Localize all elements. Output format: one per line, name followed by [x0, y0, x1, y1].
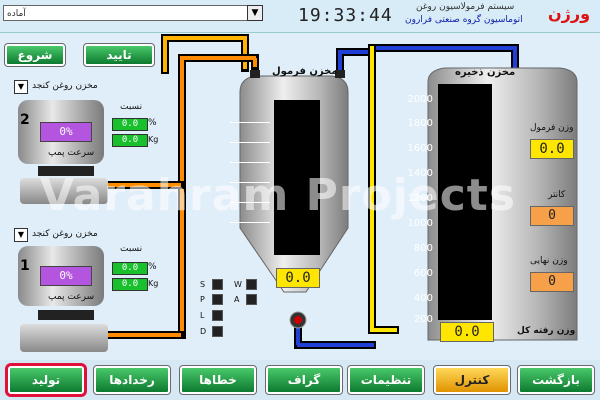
- nav-settings-button[interactable]: تنظیمات: [347, 365, 425, 395]
- mixer2-pump-icon: [20, 178, 108, 204]
- storage-scale-600: 600: [413, 268, 433, 279]
- nav-back-button[interactable]: بازگشت: [517, 365, 595, 395]
- indicator-label-d: D: [200, 327, 207, 336]
- counter-value: 0: [530, 206, 574, 226]
- mixer2-pump-controls[interactable]: [38, 166, 94, 176]
- mixer1-weight-value: 0.0: [112, 278, 148, 291]
- storage-scale-800: 800: [413, 243, 433, 254]
- mixer2-pump-label: سرعت پمپ: [48, 148, 95, 158]
- indicator-w-led: [246, 279, 257, 290]
- mixer2-weight-value: 0.0: [112, 134, 148, 147]
- mixer1-ratio-label: نسبت: [120, 244, 143, 254]
- mixer2-ratio-label: نسبت: [120, 102, 143, 112]
- confirm-button[interactable]: تایید: [83, 43, 155, 67]
- storage-scale-1200: 1200: [407, 193, 433, 204]
- indicator-label-s: S: [200, 280, 206, 289]
- storage-scale-200: 200: [413, 314, 433, 325]
- indicator-label-w: W: [234, 280, 242, 289]
- mixer1-ratio-value[interactable]: 0.0: [112, 262, 148, 275]
- indicator-label-p: P: [200, 295, 205, 304]
- mixer2-select-label[interactable]: مخزن روغن کنجد: [32, 81, 98, 91]
- nav-graph-button[interactable]: گراف: [265, 365, 343, 395]
- formula-weight-label: وزن فرمول: [530, 123, 574, 133]
- mixer2-percent-display: 0%: [40, 122, 92, 142]
- total-weight-label: وزن رفته کل: [517, 326, 576, 336]
- final-weight-label: وزن نهایی: [530, 256, 568, 266]
- storage-scale-1600: 1600: [407, 143, 433, 154]
- counter-label: کانتر: [548, 190, 566, 200]
- formula-tank-value: 0.0: [276, 268, 320, 288]
- formula-tank-label: مخزن فرمول: [272, 66, 338, 77]
- indicator-label-l: L: [200, 311, 205, 320]
- mixer1-select-label[interactable]: مخزن روغن کنجد: [32, 229, 98, 239]
- indicator-a-led: [246, 294, 257, 305]
- nav-errors-button[interactable]: خطاها: [179, 365, 257, 395]
- indicator-d-led: [212, 326, 223, 337]
- mixer2-ratio-value[interactable]: 0.0: [112, 118, 148, 131]
- storage-tank-label: مخزن ذخیره: [455, 67, 516, 78]
- storage-scale-1000: 1000: [407, 218, 433, 229]
- final-weight-value: 0: [530, 272, 574, 292]
- formula-weight-value: 0.0: [530, 139, 574, 159]
- mixer1-ratio-unit: %: [148, 262, 157, 272]
- mixer1-select-chevron-icon[interactable]: ▼: [14, 228, 28, 242]
- mixer2-ratio-unit: %: [148, 118, 157, 128]
- nav-control-button[interactable]: کنترل: [433, 365, 511, 395]
- formula-tank-level: [274, 100, 320, 255]
- mixer2-select-chevron-icon[interactable]: ▼: [14, 80, 28, 94]
- storage-tank-level: [438, 84, 492, 320]
- mixer1-pump-controls[interactable]: [38, 310, 94, 320]
- start-button[interactable]: شروع: [4, 43, 66, 67]
- indicator-s-led: [212, 279, 223, 290]
- indicator-l-led: [212, 310, 223, 321]
- indicator-p-led: [212, 294, 223, 305]
- mixer2-number: 2: [20, 112, 30, 128]
- mixer1-weight-unit: Kg: [148, 279, 159, 288]
- storage-scale-1800: 1800: [407, 118, 433, 129]
- storage-scale-2000: 2000: [407, 94, 433, 105]
- nav-events-button[interactable]: رخدادها: [93, 365, 171, 395]
- mixer1-percent-display: 0%: [40, 266, 92, 286]
- storage-scale-400: 400: [413, 293, 433, 304]
- mixer1-pump-icon: [20, 324, 108, 352]
- mixer1-number: 1: [20, 258, 30, 274]
- mixer1-pump-label: سرعت پمپ: [48, 292, 95, 302]
- mixer2-weight-unit: Kg: [148, 135, 159, 144]
- storage-scale-1400: 1400: [407, 168, 433, 179]
- total-weight-value: 0.0: [440, 322, 494, 342]
- nav-production-button[interactable]: تولید: [5, 363, 87, 397]
- indicator-label-a: A: [234, 295, 240, 304]
